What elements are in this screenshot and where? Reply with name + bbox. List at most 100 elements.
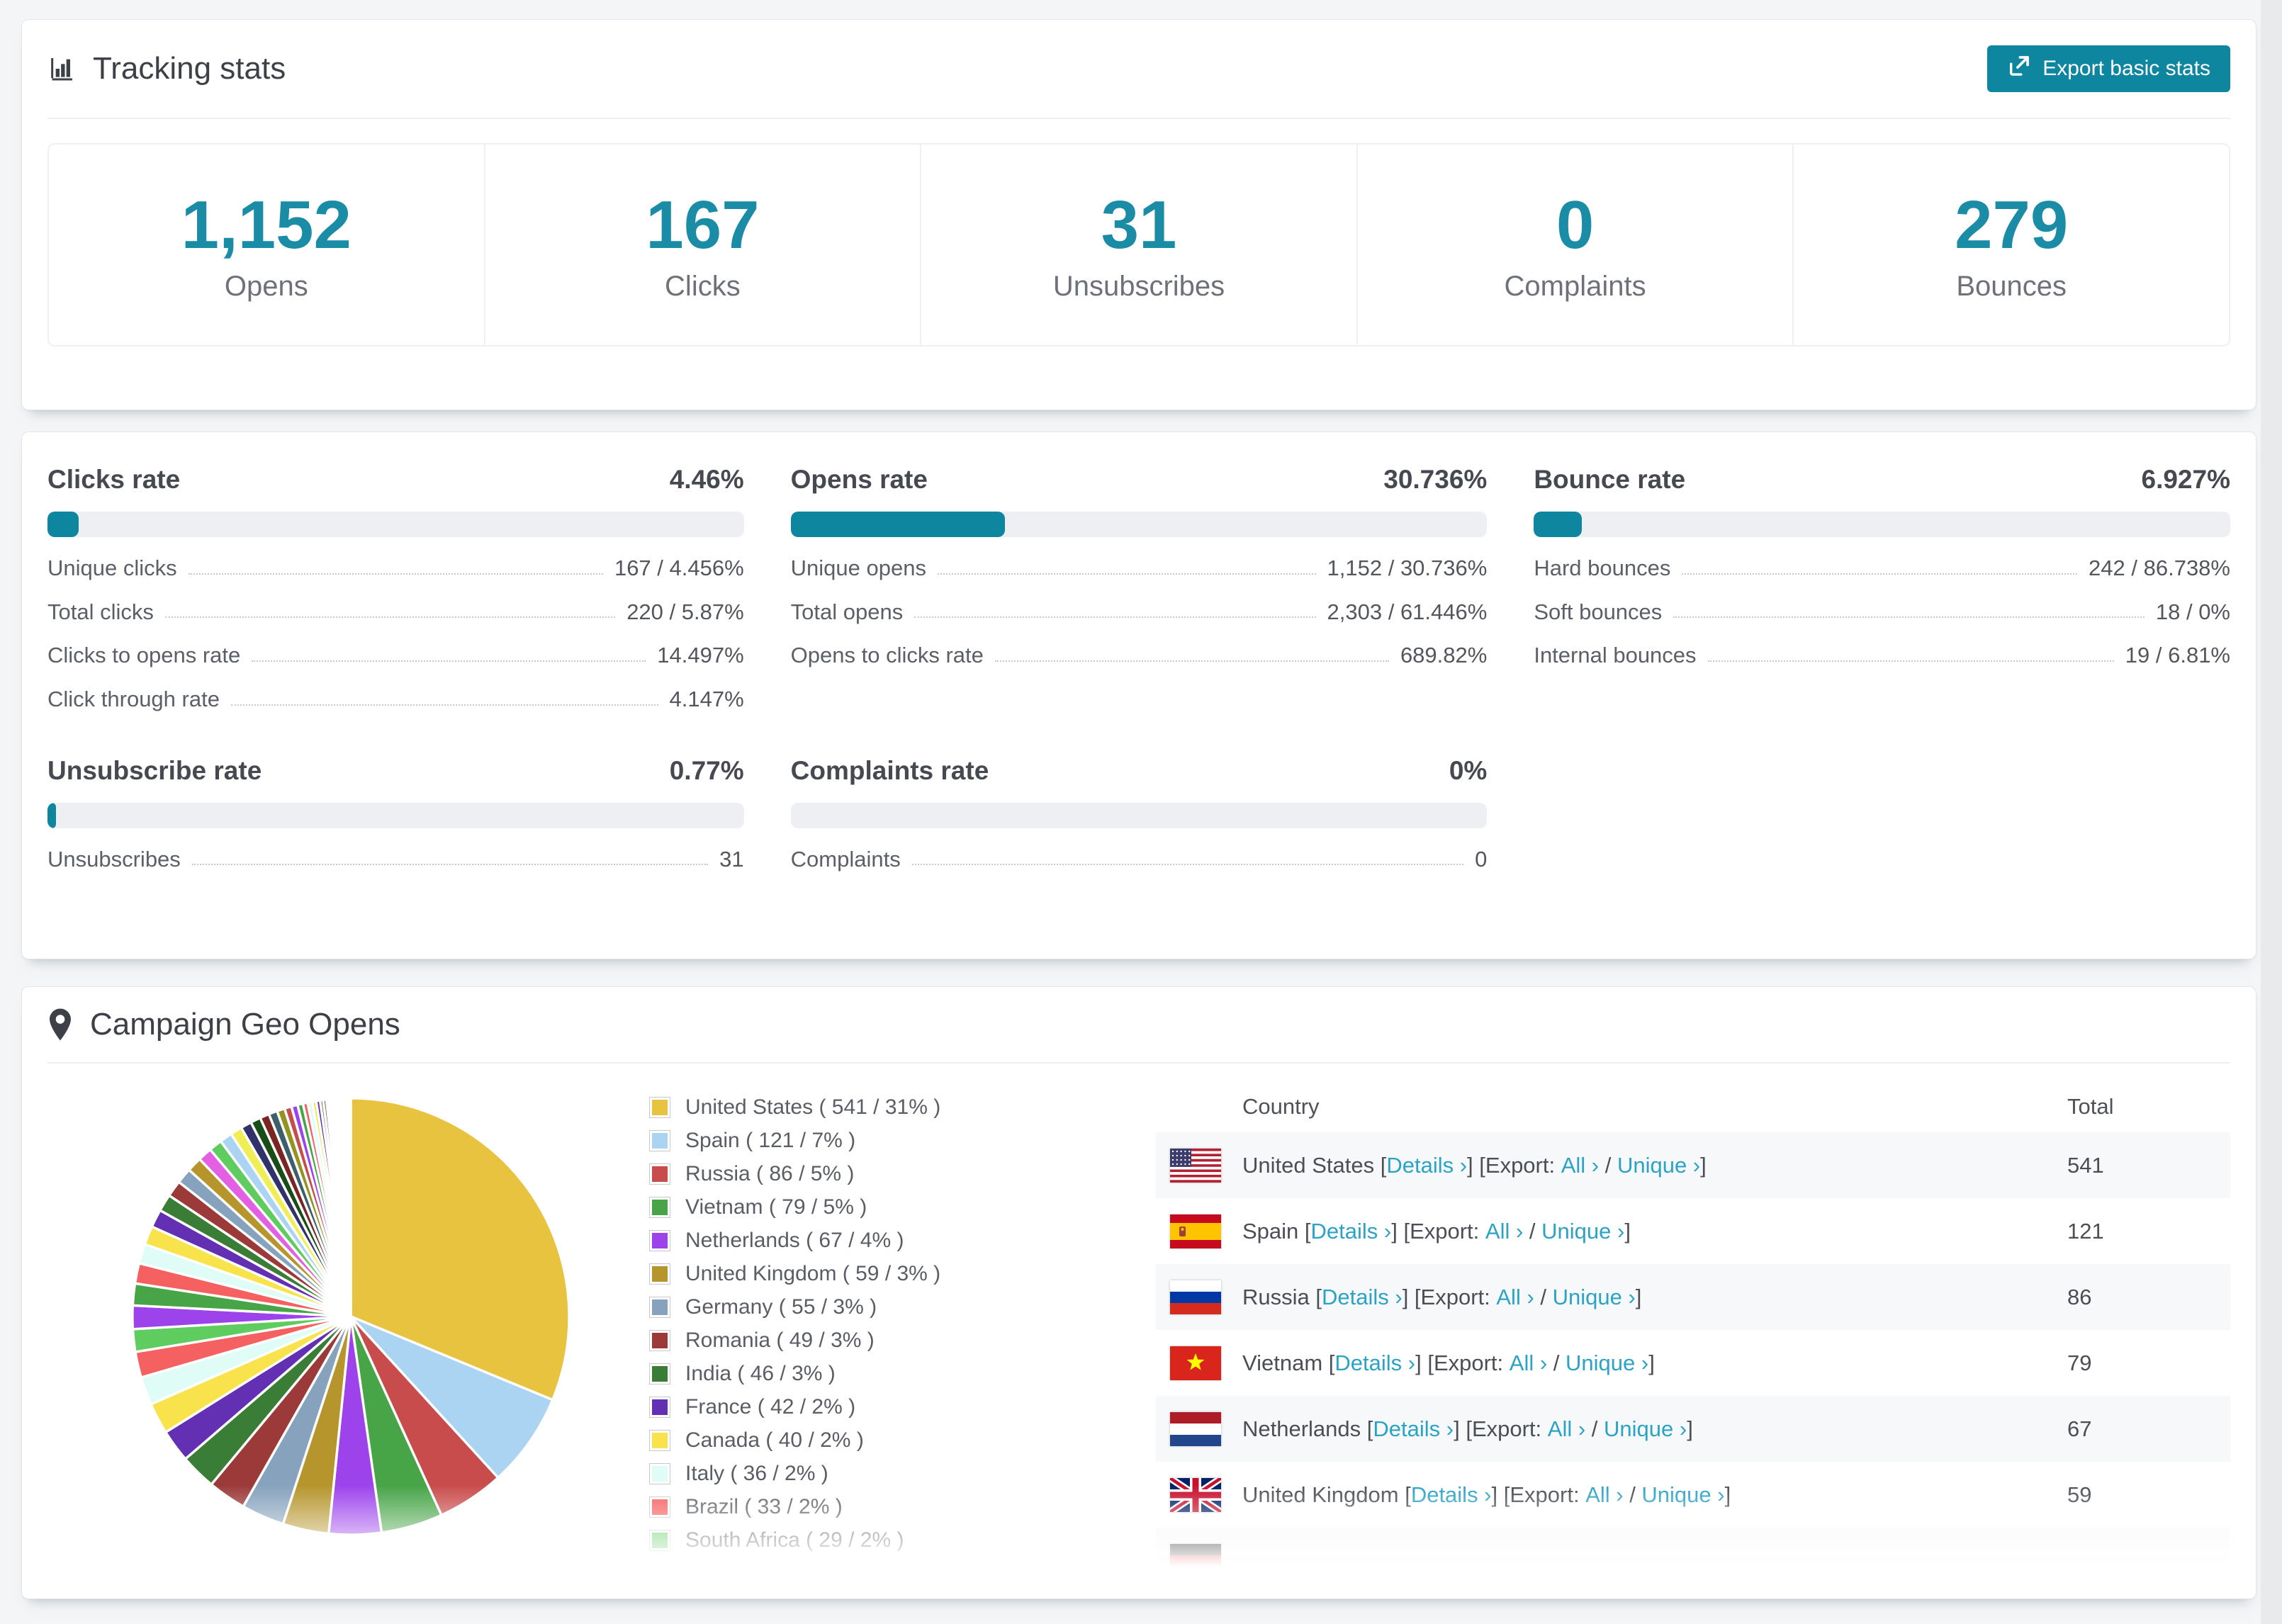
legend-label: Brazil ( 33 / 2% ) xyxy=(685,1495,843,1518)
export-unique-link[interactable]: Unique › xyxy=(1641,1482,1724,1508)
export-unique-link[interactable]: Unique › xyxy=(1604,1416,1687,1442)
legend-item[interactable]: Netherlands ( 67 / 4% ) xyxy=(649,1229,1129,1253)
stat-value: 1,152 xyxy=(181,187,352,263)
table-row: Netherlands [Details ›] [Export: All › /… xyxy=(1156,1396,2230,1462)
legend-item[interactable]: United States ( 541 / 31% ) xyxy=(649,1095,1129,1120)
details-link[interactable]: Details › xyxy=(1373,1416,1454,1442)
legend-item[interactable]: Russia ( 86 / 5% ) xyxy=(649,1162,1129,1186)
legend-item[interactable]: South Africa ( 29 / 2% ) xyxy=(649,1528,1129,1552)
country-name: Russia xyxy=(1242,1284,1316,1309)
geo-table-header: Country Total xyxy=(1156,1081,2230,1132)
stat-box: 0 Complaints xyxy=(1358,145,1794,345)
column-header-total: Total xyxy=(2067,1094,2114,1119)
bracket-text: [ xyxy=(1405,1482,1411,1507)
rate-detail-rows: Hard bounces 242 / 86.738% Soft bounces … xyxy=(1534,556,2230,668)
legend-item[interactable]: France ( 42 / 2% ) xyxy=(649,1395,1129,1419)
legend-item[interactable]: Brazil ( 33 / 2% ) xyxy=(649,1495,1129,1519)
rate-row-label: Unsubscribes xyxy=(47,846,181,872)
geo-header: Campaign Geo Opens xyxy=(47,987,2230,1064)
total-cell: 67 xyxy=(2067,1416,2092,1441)
export-all-link[interactable]: All › xyxy=(1548,1416,1585,1442)
rate-detail-row: Total opens 2,303 / 61.446% xyxy=(791,599,1488,625)
legend-label: United Kingdom ( 59 / 3% ) xyxy=(685,1262,941,1285)
country-cell: Russia [Details ›] [Export: All › / Uniq… xyxy=(1156,1280,2067,1314)
rate-row-label: Click through rate xyxy=(47,686,220,711)
legend-swatch xyxy=(649,1197,670,1218)
rate-block: Clicks rate 4.46% Unique clicks 167 / 4.… xyxy=(47,465,744,712)
slash-text: / xyxy=(1547,1350,1566,1375)
legend-item[interactable]: United Kingdom ( 59 / 3% ) xyxy=(649,1262,1129,1286)
bracket-text: ] xyxy=(1635,1284,1642,1309)
export-all-link[interactable]: All › xyxy=(1496,1285,1534,1310)
export-prefix-text: Export: xyxy=(1420,1284,1497,1309)
rate-progress-bar xyxy=(47,512,744,537)
bracket-text: ] xyxy=(1724,1482,1731,1507)
rate-block: Unsubscribe rate 0.77% Unsubscribes 31 xyxy=(47,756,744,872)
rate-value: 0% xyxy=(1449,755,1488,785)
export-unique-link[interactable]: Unique › xyxy=(1553,1285,1636,1310)
legend-item[interactable]: Spain ( 121 / 7% ) xyxy=(649,1129,1129,1153)
legend-swatch xyxy=(649,1263,670,1285)
total-cell: 541 xyxy=(2067,1152,2104,1178)
bracket-text: ] [ xyxy=(1467,1152,1485,1178)
rate-progress-bar xyxy=(790,802,1488,828)
rate-row-value: 167 / 4.456% xyxy=(614,556,744,580)
rate-row-label: Internal bounces xyxy=(1534,643,1697,668)
legend-swatch xyxy=(649,1363,670,1385)
rate-detail-row: Soft bounces 18 / 0% xyxy=(1534,599,2230,625)
rate-detail-row: Unique clicks 167 / 4.456% xyxy=(47,556,744,581)
export-all-link[interactable]: All › xyxy=(1485,1219,1523,1244)
details-link[interactable]: Details › xyxy=(1322,1285,1403,1310)
legend-item[interactable]: Vietnam ( 79 / 5% ) xyxy=(649,1195,1129,1219)
export-prefix-text: Export: xyxy=(1510,1482,1586,1507)
rate-detail-row: Total clicks 220 / 5.87% xyxy=(47,599,744,625)
dotted-leader xyxy=(914,616,1316,619)
flag-nl-icon xyxy=(1170,1411,1221,1446)
rate-header: Complaints rate 0% xyxy=(791,756,1488,786)
stats-summary-row: 1,152 Opens 167 Clicks 31 Unsubscribes 0… xyxy=(47,143,2230,346)
dotted-leader xyxy=(230,704,658,706)
export-prefix-text: Export: xyxy=(1471,1416,1548,1441)
export-basic-stats-button[interactable]: Export basic stats xyxy=(1987,45,2230,92)
table-row: Russia [Details ›] [Export: All › / Uniq… xyxy=(1156,1264,2230,1330)
export-unique-link[interactable]: Unique › xyxy=(1617,1153,1700,1178)
stat-value: 31 xyxy=(1101,187,1177,263)
export-unique-link[interactable]: Unique › xyxy=(1566,1350,1648,1376)
legend-item[interactable]: Germany ( 55 / 3% ) xyxy=(649,1295,1129,1319)
legend-item[interactable]: Romania ( 49 / 3% ) xyxy=(649,1329,1129,1353)
total-cell: 86 xyxy=(2067,1284,2092,1309)
stat-value: 0 xyxy=(1556,187,1595,263)
stat-label: Unsubscribes xyxy=(1052,271,1225,302)
export-all-link[interactable]: All › xyxy=(1510,1350,1547,1376)
rate-detail-row: Hard bounces 242 / 86.738% xyxy=(1534,556,2230,581)
bracket-text: ] xyxy=(1624,1218,1631,1244)
legend-swatch xyxy=(649,1297,670,1318)
rate-progress-fill xyxy=(790,512,1005,537)
campaign-geo-opens-card: Campaign Geo Opens United States ( 541 /… xyxy=(21,986,2256,1599)
dotted-leader xyxy=(1682,573,2078,575)
rate-row-label: Opens to clicks rate xyxy=(790,643,984,668)
rate-detail-row: Click through rate 4.147% xyxy=(47,687,744,712)
export-prefix-text: Export: xyxy=(1410,1218,1485,1244)
total-cell: 79 xyxy=(2067,1350,2092,1375)
export-all-link[interactable]: All › xyxy=(1585,1482,1623,1508)
export-unique-link[interactable]: Unique › xyxy=(1541,1219,1624,1244)
rate-progress-fill xyxy=(47,512,79,537)
pie-slice xyxy=(349,1097,352,1318)
legend-item[interactable]: Canada ( 40 / 2% ) xyxy=(649,1428,1129,1453)
details-link[interactable]: Details › xyxy=(1411,1482,1492,1508)
geo-pie-legend: United States ( 541 / 31% ) Spain ( 121 … xyxy=(649,1081,1129,1594)
geo-title: Campaign Geo Opens xyxy=(90,1007,400,1042)
rate-value: 4.46% xyxy=(669,465,744,494)
details-link[interactable]: Details › xyxy=(1386,1153,1467,1178)
rate-row-value: 14.497% xyxy=(657,643,744,668)
details-link[interactable]: Details › xyxy=(1334,1350,1415,1376)
legend-item[interactable]: Italy ( 36 / 2% ) xyxy=(649,1462,1129,1486)
export-all-link[interactable]: All › xyxy=(1561,1153,1599,1178)
rate-row-value: 689.82% xyxy=(1400,643,1488,668)
legend-item[interactable]: India ( 46 / 3% ) xyxy=(649,1362,1129,1386)
export-icon xyxy=(2007,54,2031,84)
page-scrollbar[interactable] xyxy=(2261,0,2282,1624)
country-cell: United Kingdom [Details ›] [Export: All … xyxy=(1156,1477,2067,1512)
details-link[interactable]: Details › xyxy=(1311,1219,1392,1244)
